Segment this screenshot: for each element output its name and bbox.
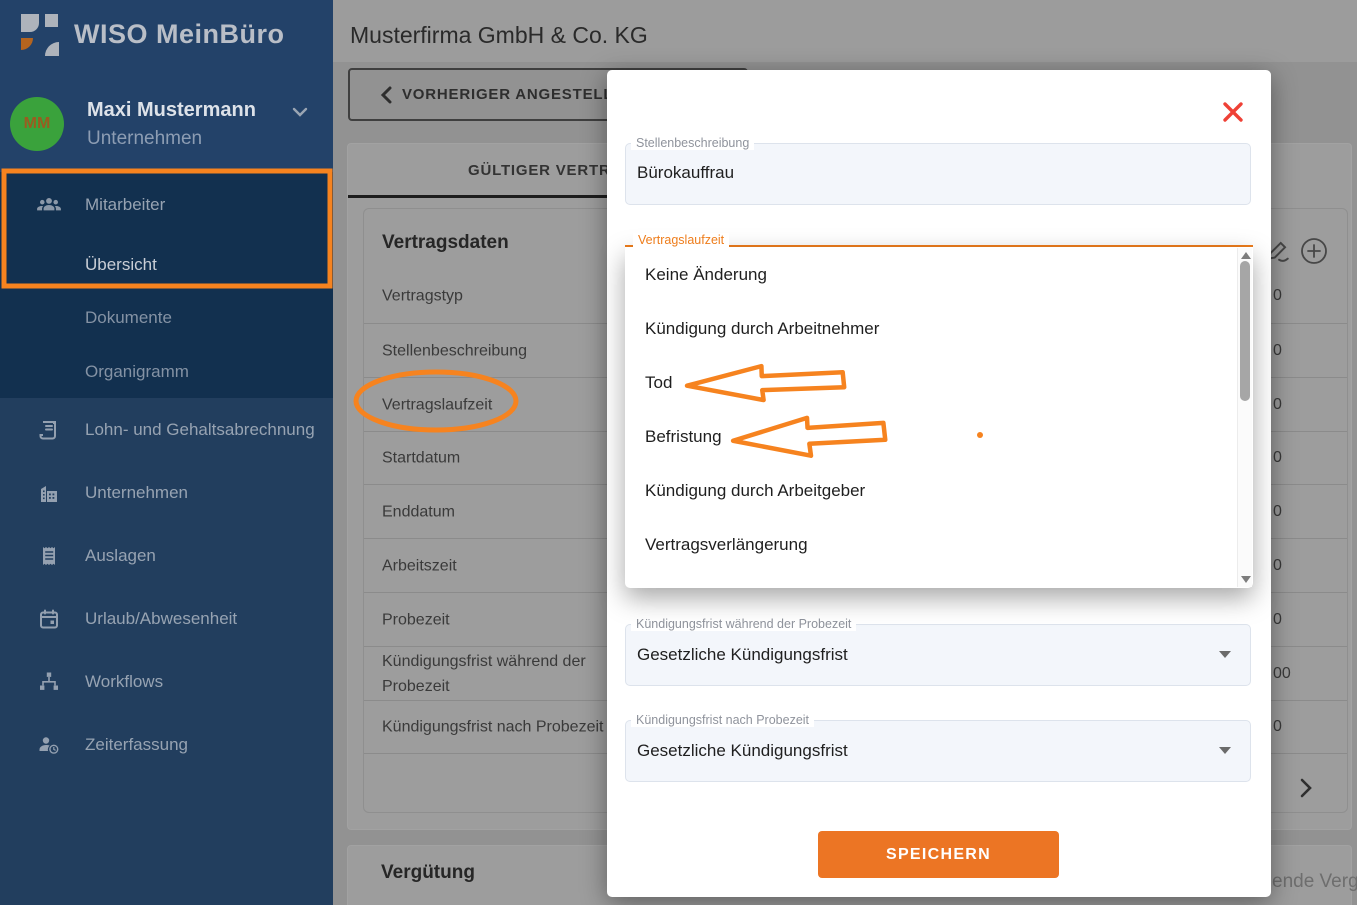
next-page-icon[interactable] bbox=[1295, 777, 1317, 804]
row-label: Kündigungsfrist nach Probezeit bbox=[382, 718, 604, 736]
row-value: 0 bbox=[1273, 341, 1282, 359]
sidebar-item-urlaub[interactable]: Urlaub/Abwesenheit bbox=[0, 602, 333, 636]
row-label: Startdatum bbox=[382, 449, 461, 467]
sidebar: WISO MeinBüro MM Maxi Mustermann Unterne… bbox=[0, 0, 333, 905]
row-label: Arbeitszeit bbox=[382, 557, 457, 574]
dropdown-scrollbar[interactable] bbox=[1237, 248, 1252, 587]
calendar-icon bbox=[36, 606, 62, 632]
building-icon bbox=[36, 480, 62, 506]
sidebar-item-label: Workflows bbox=[85, 672, 164, 691]
dropdown-option[interactable]: Kündigung durch Arbeitgeber bbox=[645, 479, 865, 503]
row-label: Kündigungsfrist während der Probezeit bbox=[382, 652, 586, 695]
scroll-down-icon[interactable] bbox=[1241, 576, 1251, 583]
scroll-up-icon[interactable] bbox=[1241, 252, 1251, 259]
compensation-partial-text: ende Vergüt bbox=[1272, 871, 1357, 892]
row-value: 0 bbox=[1273, 610, 1282, 628]
sidebar-item-label: Lohn- und Gehaltsabrechnung bbox=[85, 420, 315, 439]
sidebar-item-label: Übersicht bbox=[85, 255, 157, 274]
frist-probezeit-value: Gesetzliche Kündigungsfrist bbox=[637, 645, 848, 664]
people-icon bbox=[36, 192, 62, 218]
sidebar-item-zeiterfassung[interactable]: Zeiterfassung bbox=[0, 728, 333, 762]
receipt-icon bbox=[36, 543, 62, 569]
sidebar-item-label: Zeiterfassung bbox=[85, 735, 188, 754]
row-value: 0 bbox=[1273, 502, 1282, 520]
row-value: 0 bbox=[1273, 556, 1282, 574]
wiso-logo-icon bbox=[20, 13, 64, 62]
row-value: 0 bbox=[1273, 395, 1282, 413]
row-label: Enddatum bbox=[382, 503, 455, 520]
row-label: Probezeit bbox=[382, 611, 450, 628]
dropdown-option[interactable]: Vertragsverlängerung bbox=[645, 533, 808, 557]
sidebar-item-mitarbeiter[interactable]: Mitarbeiter bbox=[0, 188, 333, 222]
payroll-icon bbox=[36, 417, 62, 443]
caret-down-icon bbox=[1219, 747, 1231, 754]
sidebar-item-organigramm[interactable]: Organigramm bbox=[0, 355, 333, 389]
workflow-icon bbox=[36, 669, 62, 695]
user-avatar[interactable]: MM bbox=[10, 97, 64, 151]
stellenbeschreibung-value: Bürokauffrau bbox=[637, 163, 735, 182]
vertragslaufzeit-label: Vertragslaufzeit bbox=[633, 233, 730, 247]
save-button[interactable]: SPEICHERN bbox=[818, 831, 1059, 878]
sidebar-item-lohnabrechnung[interactable]: Lohn- und Gehaltsabrechnung bbox=[0, 413, 333, 447]
previous-employee-label: VORHERIGER ANGESTELL bbox=[402, 86, 614, 103]
row-value: 0 bbox=[1273, 718, 1282, 735]
frist-nach-probezeit-label: Kündigungsfrist nach Probezeit bbox=[631, 713, 815, 727]
chevron-down-icon[interactable] bbox=[292, 106, 308, 124]
sidebar-item-label: Dokumente bbox=[85, 308, 172, 327]
chevron-left-icon bbox=[380, 86, 392, 108]
compensation-title: Vergütung bbox=[381, 862, 475, 883]
sidebar-item-label: Urlaub/Abwesenheit bbox=[85, 609, 238, 628]
sidebar-item-workflows[interactable]: Workflows bbox=[0, 665, 333, 699]
sidebar-item-label: Auslagen bbox=[85, 546, 156, 565]
close-icon[interactable] bbox=[1222, 101, 1244, 128]
contract-table-title: Vertragsdaten bbox=[382, 232, 509, 253]
dropdown-option[interactable]: Keine Änderung bbox=[645, 263, 767, 287]
caret-down-icon bbox=[1219, 651, 1231, 658]
app-window: WISO MeinBüro MM Maxi Mustermann Unterne… bbox=[0, 0, 1357, 905]
row-label: Vertragstyp bbox=[382, 287, 463, 305]
vertragslaufzeit-dropdown: Keine Änderung Kündigung durch Arbeitneh… bbox=[625, 247, 1253, 588]
row-label: Vertragslaufzeit bbox=[382, 396, 493, 413]
user-role: Unternehmen bbox=[87, 128, 203, 149]
frist-probezeit-label: Kündigungsfrist während der Probezeit bbox=[631, 617, 857, 631]
row-label: Stellenbeschreibung bbox=[382, 342, 527, 359]
dropdown-option[interactable]: Tod bbox=[645, 371, 672, 395]
sidebar-item-auslagen[interactable]: Auslagen bbox=[0, 539, 333, 573]
sidebar-item-dokumente[interactable]: Dokumente bbox=[0, 301, 333, 335]
sidebar-item-label: Unternehmen bbox=[85, 483, 189, 502]
sidebar-item-unternehmen[interactable]: Unternehmen bbox=[0, 476, 333, 510]
sidebar-item-uebersicht[interactable]: Übersicht bbox=[0, 248, 333, 282]
brand-name: WISO MeinBüro bbox=[74, 19, 285, 49]
edit-contract-modal: Stellenbeschreibung Bürokauffrau Vertrag… bbox=[607, 70, 1271, 897]
tab-gueltiger-vertrag[interactable]: GÜLTIGER VERTR bbox=[468, 162, 611, 179]
dropdown-option[interactable]: Befristung bbox=[645, 425, 722, 449]
row-value: 0 bbox=[1273, 287, 1282, 304]
row-value: 0 bbox=[1273, 449, 1282, 466]
row-value: 00 bbox=[1273, 664, 1291, 682]
page-title: Musterfirma GmbH & Co. KG bbox=[350, 22, 648, 48]
user-name[interactable]: Maxi Mustermann bbox=[87, 99, 256, 122]
dropdown-option[interactable]: Kündigung durch Arbeitnehmer bbox=[645, 317, 879, 341]
frist-nach-probezeit-value: Gesetzliche Kündigungsfrist bbox=[637, 741, 848, 760]
sidebar-item-label: Organigramm bbox=[85, 362, 189, 381]
stellenbeschreibung-label: Stellenbeschreibung bbox=[631, 136, 755, 150]
add-icon[interactable] bbox=[1300, 237, 1328, 270]
sidebar-item-label: Mitarbeiter bbox=[85, 195, 166, 214]
time-icon bbox=[36, 732, 62, 758]
sidebar-header: WISO MeinBüro MM Maxi Mustermann Unterne… bbox=[0, 0, 333, 172]
scrollbar-thumb[interactable] bbox=[1240, 261, 1250, 401]
